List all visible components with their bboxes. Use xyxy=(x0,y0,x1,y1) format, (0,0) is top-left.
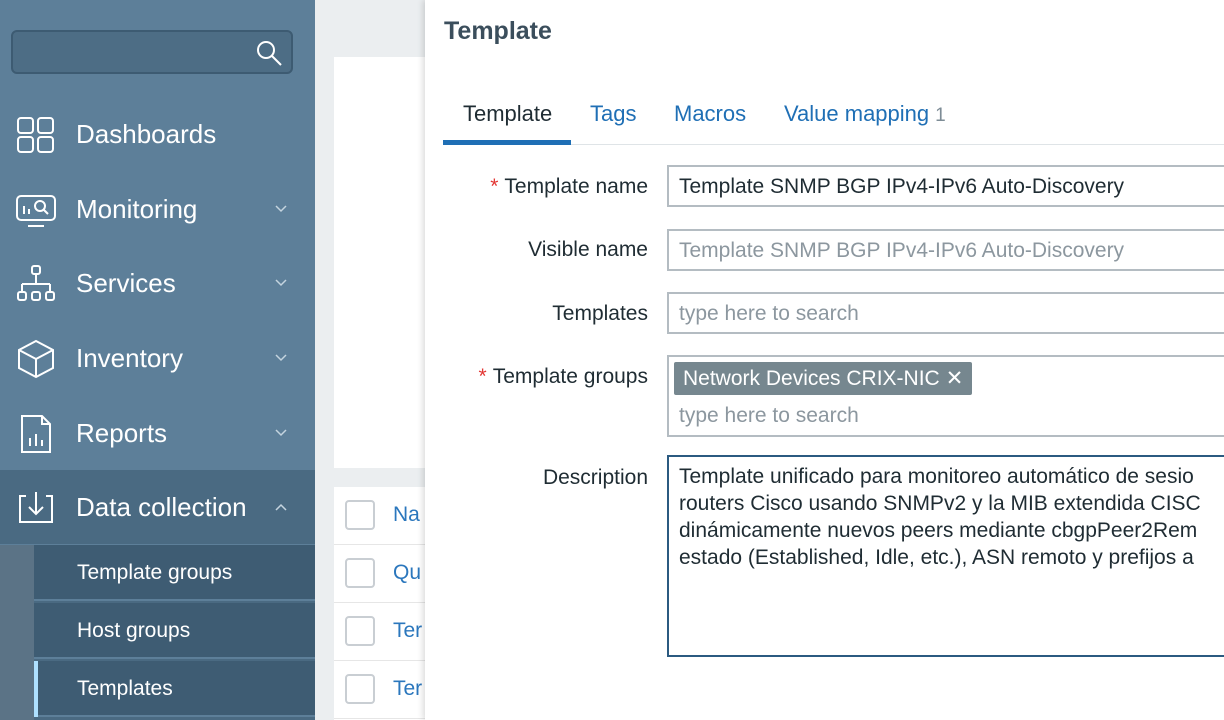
background-filter-card xyxy=(334,57,434,468)
submenu-label: Templates xyxy=(77,677,173,700)
chevron-down-icon xyxy=(275,279,287,287)
nav-label-inventory: Inventory xyxy=(76,343,183,373)
templates-placeholder: type here to search xyxy=(679,302,859,325)
template-groups-label: * Template groups xyxy=(440,365,648,389)
sidebar: Dashboards Monitoring Services Inventory… xyxy=(0,0,315,720)
table-cell-name[interactable]: Ter xyxy=(393,677,422,701)
submenu-label: Template groups xyxy=(77,561,233,584)
templates-search-input[interactable]: type here to search xyxy=(667,292,1224,334)
table-cell-name[interactable]: Ter xyxy=(393,619,422,643)
visible-name-placeholder: Template SNMP BGP IPv4-IPv6 Auto-Discove… xyxy=(679,239,1125,262)
nav-label-monitoring: Monitoring xyxy=(76,194,198,224)
required-marker: * xyxy=(490,175,499,198)
submenu-rail xyxy=(0,545,34,720)
chevron-down-icon xyxy=(275,429,287,437)
visible-name-label: Visible name xyxy=(528,238,648,261)
template-group-chip: Network Devices CRIX-NIC ✕ xyxy=(674,362,973,395)
table-row: Qu xyxy=(334,545,434,603)
nav-label-reports: Reports xyxy=(76,418,168,448)
monitoring-icon xyxy=(16,195,56,227)
description-line: Template unificado para monitoreo automá… xyxy=(679,465,1194,488)
nav-reports[interactable]: Reports xyxy=(0,396,315,470)
sidebar-search-input[interactable] xyxy=(11,30,293,74)
tab-value-mapping[interactable]: Value mapping 1 xyxy=(784,101,946,127)
row-checkbox[interactable] xyxy=(345,500,375,530)
template-groups-label-text: Template groups xyxy=(492,365,648,388)
visible-name-input[interactable]: Template SNMP BGP IPv4-IPv6 Auto-Discove… xyxy=(667,229,1224,271)
reports-icon xyxy=(21,415,51,453)
chip-label: Network Devices CRIX-NIC xyxy=(683,367,940,390)
chevron-down-icon xyxy=(275,205,287,213)
templates-label: Templates xyxy=(552,302,648,325)
tab-tags[interactable]: Tags xyxy=(590,101,636,127)
table-row: Na xyxy=(334,487,434,545)
template-name-label-text: Template name xyxy=(504,175,648,198)
template-groups-placeholder: type here to search xyxy=(679,404,859,427)
description-textarea[interactable]: Template unificado para monitoreo automá… xyxy=(667,455,1224,657)
required-marker: * xyxy=(478,365,487,388)
modal-title: Template xyxy=(444,17,552,45)
chevron-up-icon xyxy=(275,503,287,511)
remove-chip-icon[interactable]: ✕ xyxy=(946,367,964,390)
row-checkbox[interactable] xyxy=(345,558,375,588)
template-name-value: Template SNMP BGP IPv4-IPv6 Auto-Discove… xyxy=(679,175,1125,198)
nav-inventory[interactable]: Inventory xyxy=(0,321,315,395)
nav-label-dashboards: Dashboards xyxy=(76,119,217,149)
row-checkbox[interactable] xyxy=(345,674,375,704)
template-groups-multiselect[interactable]: Network Devices CRIX-NIC ✕ type here to s… xyxy=(667,355,1224,437)
tab-template[interactable]: Template xyxy=(463,101,552,127)
submenu-label: Host groups xyxy=(77,619,191,642)
submenu-item-host-groups[interactable]: Host groups xyxy=(34,603,315,659)
active-tab-indicator xyxy=(443,140,571,145)
inventory-icon xyxy=(18,339,54,379)
submenu-item-templates[interactable]: Templates xyxy=(34,661,315,717)
row-checkbox[interactable] xyxy=(345,616,375,646)
search-icon[interactable] xyxy=(255,39,283,67)
nav-services[interactable]: Services xyxy=(0,246,315,320)
table-header-name[interactable]: Na xyxy=(393,503,420,527)
tab-count-badge: 1 xyxy=(935,105,946,126)
nav-data-collection[interactable]: Data collection xyxy=(0,470,315,544)
template-name-label: * Template name xyxy=(440,175,648,199)
table-row: Ter xyxy=(334,661,434,719)
nav-dashboards[interactable]: Dashboards xyxy=(0,97,315,171)
nav-monitoring[interactable]: Monitoring xyxy=(0,172,315,246)
tab-value-mapping-label: Value mapping xyxy=(784,101,930,126)
dashboards-icon xyxy=(17,117,54,153)
chevron-down-icon xyxy=(275,354,287,362)
description-line: routers Cisco usando SNMPv2 y la MIB ext… xyxy=(679,492,1201,515)
nav-label-services: Services xyxy=(76,268,176,298)
submenu-item-template-groups[interactable]: Template groups xyxy=(34,545,315,601)
description-label: Description xyxy=(542,466,648,489)
tab-macros[interactable]: Macros xyxy=(674,101,746,127)
description-line: estado (Established, Idle, etc.), ASN re… xyxy=(679,546,1194,569)
nav-label-data-collection: Data collection xyxy=(76,492,247,522)
table-row: Ter xyxy=(334,603,434,661)
modal-tabs: Template Tags Macros Value mapping 1 xyxy=(443,94,1224,145)
services-icon xyxy=(17,265,55,301)
data-collection-icon xyxy=(19,492,53,523)
template-name-input[interactable]: Template SNMP BGP IPv4-IPv6 Auto-Discove… xyxy=(667,165,1224,207)
description-line: dinámicamente nuevos peers mediante cbgp… xyxy=(679,519,1198,542)
background-table: Na Qu Ter Ter xyxy=(334,487,434,720)
table-cell-name[interactable]: Qu xyxy=(393,561,421,585)
data-collection-submenu: Template groups Host groups Templates xyxy=(0,545,315,720)
